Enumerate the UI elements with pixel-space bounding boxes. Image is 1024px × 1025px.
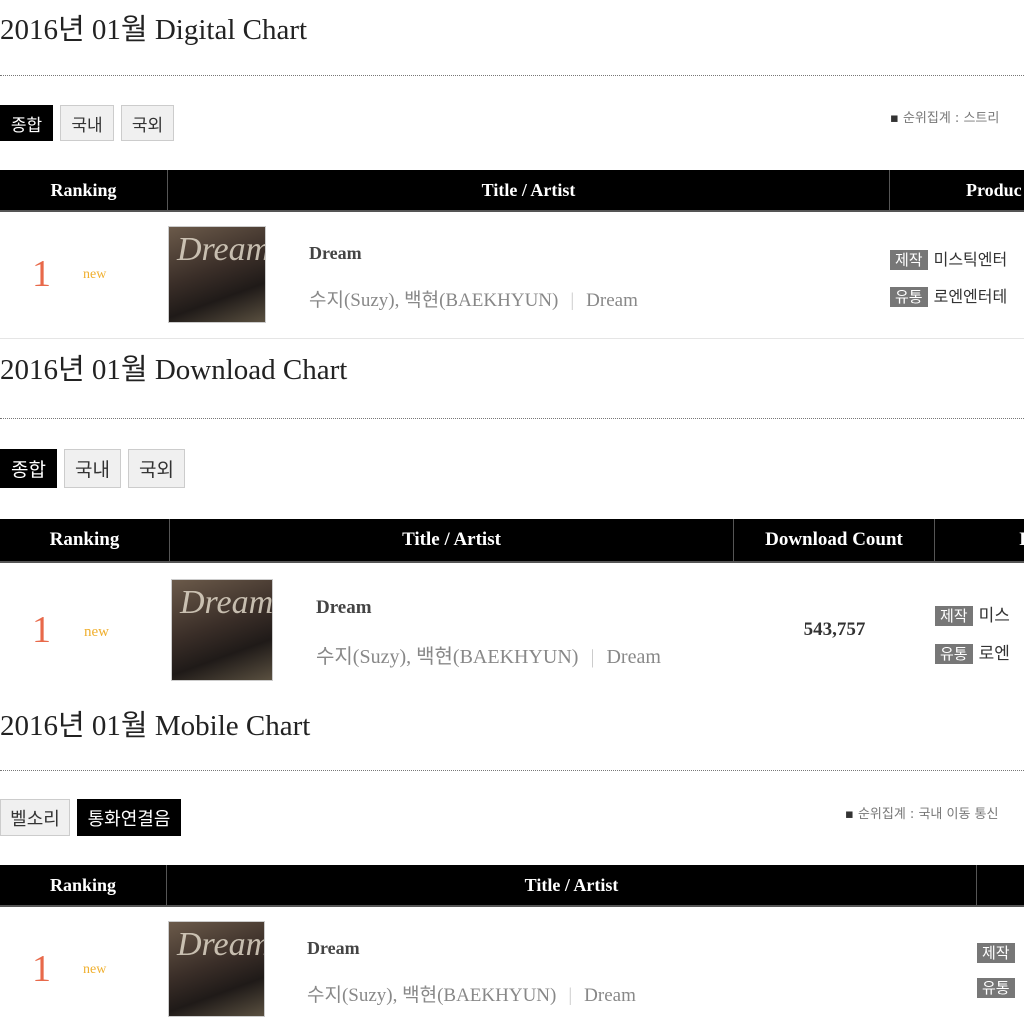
distributor-name: 로엔 [978,644,1010,664]
rank: 1 [32,948,51,990]
song-title[interactable]: Dream [309,243,362,264]
header-title-artist: Title / Artist [168,170,890,210]
artist-name[interactable]: 수지(Suzy), 백현(BAEKHYUN) [307,985,556,1006]
header-title-artist: Title / Artist [170,519,734,561]
tab-domestic[interactable]: 국내 [64,449,121,488]
distributor-label: 유통 [935,644,973,664]
distributor-label: 유통 [890,287,928,307]
album-art[interactable]: Dream [168,226,266,323]
table-header: Ranking Title / Artist Download Count I [0,519,1024,563]
tab-ringback-tone[interactable]: 통화연결음 [77,799,181,836]
mobile-chart-title: 2016년 01월 Mobile Chart [0,710,311,742]
distributor-label: 유통 [977,978,1015,998]
distributor-name: 로엔엔터테 [933,287,1008,306]
header-ranking: Ranking [0,519,170,561]
download-chart-title: 2016년 01월 Download Chart [0,354,348,386]
artist-name[interactable]: 수지(Suzy), 백현(BAEKHYUN) [309,290,558,311]
producer-label: 제작 [890,250,928,270]
header-ranking: Ranking [0,865,167,905]
producer-name: 미스틱엔터 [933,250,1008,269]
divider [0,75,1024,76]
header-title-artist: Title / Artist [167,865,977,905]
song-title[interactable]: Dream [316,597,372,619]
tab-foreign[interactable]: 국외 [121,105,174,141]
header-producer: Produc [890,170,1024,210]
producer-name: 미스 [978,606,1010,626]
header-producer [977,865,1024,905]
song-title[interactable]: Dream [307,938,360,959]
tab-foreign[interactable]: 국외 [128,449,185,488]
album-art[interactable]: Dream [168,921,265,1017]
new-badge: new [84,624,109,640]
album-art[interactable]: Dream [171,579,273,681]
rank: 1 [32,253,51,295]
album-name[interactable]: Dream [606,646,660,668]
header-download-count: Download Count [734,519,935,561]
ranking-note: 순위집계 : 국내 이동 통신 [845,803,999,822]
header-producer: I [935,519,1024,561]
row-divider [0,338,1024,339]
divider [0,418,1024,419]
new-badge: new [83,267,107,282]
tab-domestic[interactable]: 국내 [60,105,114,141]
table-header: Ranking Title / Artist [0,865,1024,907]
artist-name[interactable]: 수지(Suzy), 백현(BAEKHYUN) [316,646,578,668]
album-name[interactable]: Dream [586,290,638,311]
table-header: Ranking Title / Artist Produc [0,170,1024,212]
header-ranking: Ranking [0,170,168,210]
divider [0,770,1024,771]
digital-chart-title: 2016년 01월 Digital Chart [0,14,308,46]
tab-ringtone[interactable]: 벨소리 [0,799,70,836]
rank: 1 [32,609,51,651]
ranking-note: 순위집계 : 스트리 [890,107,999,126]
download-count: 543,757 [803,619,866,640]
tab-overall[interactable]: 종합 [0,449,57,488]
new-badge: new [83,962,107,977]
producer-label: 제작 [977,943,1015,963]
tab-overall[interactable]: 종합 [0,105,53,141]
producer-label: 제작 [935,606,973,626]
album-name[interactable]: Dream [584,985,636,1006]
